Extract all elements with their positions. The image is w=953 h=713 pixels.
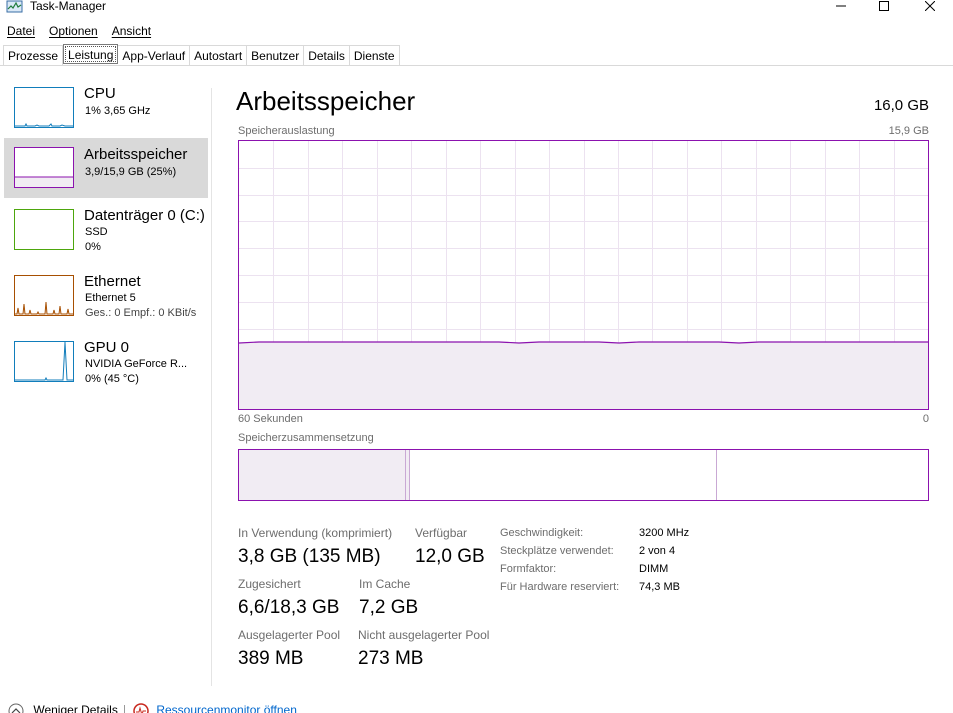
page-title: Arbeitsspeicher	[236, 86, 416, 116]
sidebar-item-title: CPU	[84, 85, 116, 102]
gpu-thumbnail-graph	[14, 341, 74, 382]
collapse-details-button[interactable]: Weniger Details	[8, 703, 118, 713]
committed-value: 6,6/18,3 GB	[238, 597, 340, 618]
paged-pool-value: 389 MB	[238, 648, 304, 669]
spec-reserved-value: 74,3 MB	[639, 581, 680, 593]
sidebar-item-detail: NVIDIA GeForce R...	[85, 358, 188, 370]
cached-value: 7,2 GB	[359, 597, 419, 618]
composition-separator	[716, 450, 717, 500]
memory-thumbnail-graph	[14, 147, 74, 188]
task-manager-icon	[6, 0, 24, 14]
sidebar-item-gpu[interactable]: GPU 0 NVIDIA GeForce R... 0% (45 °C)	[4, 336, 208, 396]
committed-label: Zugesichert	[238, 577, 301, 591]
spec-speed-value: 3200 MHz	[639, 527, 690, 539]
sidebar-item-usage: 0% (45 °C)	[85, 373, 139, 385]
tab-details[interactable]: Details	[304, 45, 350, 66]
sidebar-item-detail: 3,9/15,9 GB (25%)	[85, 166, 177, 178]
sidebar-item-title: Ethernet	[84, 273, 141, 290]
cpu-thumbnail-graph	[14, 87, 74, 128]
window-title: Task-Manager	[30, 0, 107, 13]
menu-optionen[interactable]: Optionen	[42, 22, 105, 40]
close-button[interactable]	[907, 0, 953, 15]
memory-total: 16,0 GB	[873, 97, 929, 114]
disk-thumbnail-graph	[14, 209, 74, 250]
spec-slots-label: Steckplätze verwendet:	[500, 545, 614, 557]
minimize-button[interactable]	[818, 0, 864, 15]
in-use-value: 3,8 GB (135 MB)	[238, 546, 381, 567]
ethernet-thumbnail-graph	[14, 275, 74, 316]
resource-monitor-label: Ressourcenmonitor öffnen	[156, 703, 297, 713]
tab-bar: Prozesse Leistung App-Verlauf Autostart …	[3, 44, 400, 66]
sidebar-item-arbeitsspeicher[interactable]: Arbeitsspeicher 3,9/15,9 GB (25%)	[4, 138, 208, 198]
paged-pool-label: Ausgelagerter Pool	[238, 628, 341, 642]
sidebar-item-ethernet[interactable]: Ethernet Ethernet 5 Ges.: 0 Empf.: 0 KBi…	[4, 270, 208, 330]
sidebar-item-title: Datenträger 0 (C:)	[84, 207, 205, 224]
time-axis-right: 0	[922, 413, 929, 425]
menu-ansicht[interactable]: Ansicht	[105, 22, 158, 40]
spec-slots-value: 2 von 4	[639, 545, 676, 557]
sidebar-item-usage: 0%	[85, 241, 101, 253]
footer-separator	[124, 705, 125, 713]
tab-benutzer[interactable]: Benutzer	[247, 45, 305, 66]
menu-bar: Datei Optionen Ansicht	[0, 22, 158, 40]
collapse-details-label: Weniger Details	[33, 703, 118, 713]
spec-formfactor-value: DIMM	[639, 563, 669, 575]
resource-monitor-link[interactable]: Ressourcenmonitor öffnen	[133, 703, 297, 713]
available-label: Verfügbar	[415, 526, 468, 540]
resource-monitor-icon	[133, 703, 149, 713]
memory-composition-bar	[238, 449, 929, 501]
usage-graph-label: Speicherauslastung	[238, 125, 335, 137]
sidebar-item-cpu[interactable]: CPU 1% 3,65 GHz	[4, 82, 208, 142]
sidebar-item-detail: SSD	[85, 226, 108, 238]
tab-autostart[interactable]: Autostart	[190, 45, 248, 66]
composition-label: Speicherzusammensetzung	[238, 432, 374, 444]
tab-dienste[interactable]: Dienste	[349, 45, 400, 66]
tab-prozesse[interactable]: Prozesse	[3, 45, 64, 66]
sidebar-item-title: GPU 0	[84, 339, 130, 356]
nonpaged-pool-value: 273 MB	[358, 648, 424, 669]
maximize-button[interactable]	[861, 0, 907, 15]
composition-in-use	[239, 450, 405, 500]
footer-bar: Weniger Details Ressourcenmonitor öffnen	[0, 700, 953, 713]
chevron-up-circle-icon	[8, 703, 24, 713]
sidebar-item-datentraeger[interactable]: Datenträger 0 (C:) SSD 0%	[4, 204, 208, 264]
spec-reserved-label: Für Hardware reserviert:	[500, 581, 620, 593]
tab-app-verlauf[interactable]: App-Verlauf	[118, 45, 191, 66]
title-bar: Task-Manager	[0, 0, 953, 18]
menu-datei[interactable]: Datei	[0, 22, 42, 40]
nonpaged-pool-label: Nicht ausgelagerter Pool	[358, 628, 490, 642]
spec-speed-label: Geschwindigkeit:	[500, 527, 584, 539]
sidebar-divider	[211, 88, 212, 686]
tab-leistung[interactable]: Leistung	[63, 44, 119, 64]
sidebar-item-detail: Ethernet 5	[85, 292, 136, 304]
available-value: 12,0 GB	[415, 546, 485, 567]
sidebar-item-title: Arbeitsspeicher	[84, 146, 188, 163]
spec-formfactor-label: Formfaktor:	[500, 563, 557, 575]
composition-separator	[409, 450, 410, 500]
sidebar-item-detail: 1% 3,65 GHz	[85, 105, 151, 117]
cached-label: Im Cache	[359, 577, 411, 591]
sidebar-item-throughput: Ges.: 0 Empf.: 0 KBit/s	[85, 307, 197, 319]
in-use-label: In Verwendung (komprimiert)	[238, 526, 393, 540]
time-axis-left: 60 Sekunden	[238, 413, 303, 425]
usage-graph-max: 15,9 GB	[888, 125, 929, 137]
memory-usage-graph	[238, 140, 929, 410]
